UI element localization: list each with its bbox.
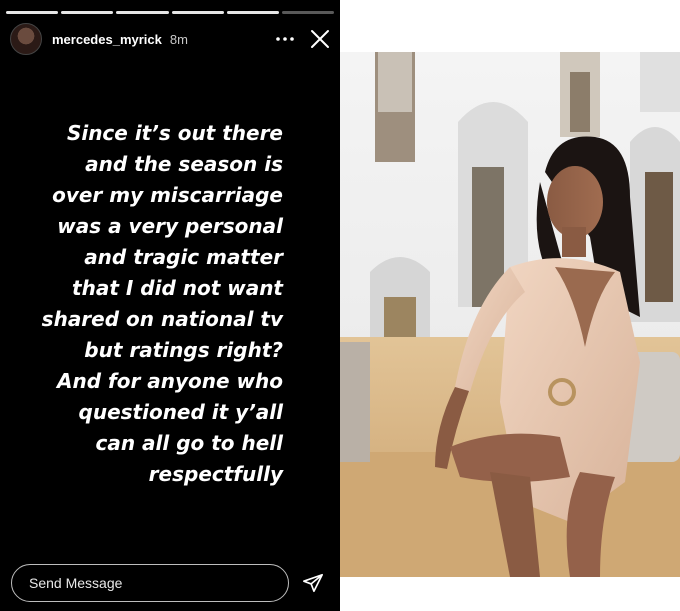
story-text-line: Since it’s out there (66, 121, 283, 145)
story-text-line: shared on national tv (41, 307, 283, 331)
avatar[interactable] (10, 23, 42, 55)
story-text-line: was a very personal (57, 214, 283, 238)
progress-segment (6, 11, 59, 14)
username[interactable]: mercedes_myrick (52, 32, 162, 47)
story-text-line: that I did not want (72, 276, 283, 300)
send-message-input[interactable]: Send Message (11, 564, 289, 602)
story-text-line: and tragic matter (84, 245, 283, 269)
send-paper-plane-icon[interactable] (302, 572, 324, 594)
progress-segment (281, 11, 335, 14)
story-text-line: over my miscarriage (52, 183, 283, 207)
story-text-line: questioned it y’all (78, 400, 283, 424)
story-text: Since it’s out there and the season is o… (0, 118, 283, 490)
instagram-story: mercedes_myrick 8m Since it’s out there … (0, 0, 340, 611)
story-text-line: and the season is (85, 152, 283, 176)
story-text-line: respectfully (148, 462, 283, 486)
progress-segment (226, 11, 279, 14)
story-progress-bar (6, 11, 335, 14)
photo-woman-on-couch (340, 52, 680, 577)
more-horizontal-icon[interactable] (274, 28, 296, 50)
story-text-line: can all go to hell (95, 431, 283, 455)
story-text-line: but ratings right? (84, 338, 283, 362)
progress-segment (116, 11, 169, 14)
timestamp: 8m (169, 31, 188, 47)
close-icon[interactable] (308, 27, 332, 51)
story-header: mercedes_myrick 8m (10, 22, 332, 56)
progress-segment (171, 11, 224, 14)
progress-segment (61, 11, 114, 14)
story-text-line: And for anyone who (57, 369, 283, 393)
send-message-placeholder: Send Message (29, 575, 123, 591)
